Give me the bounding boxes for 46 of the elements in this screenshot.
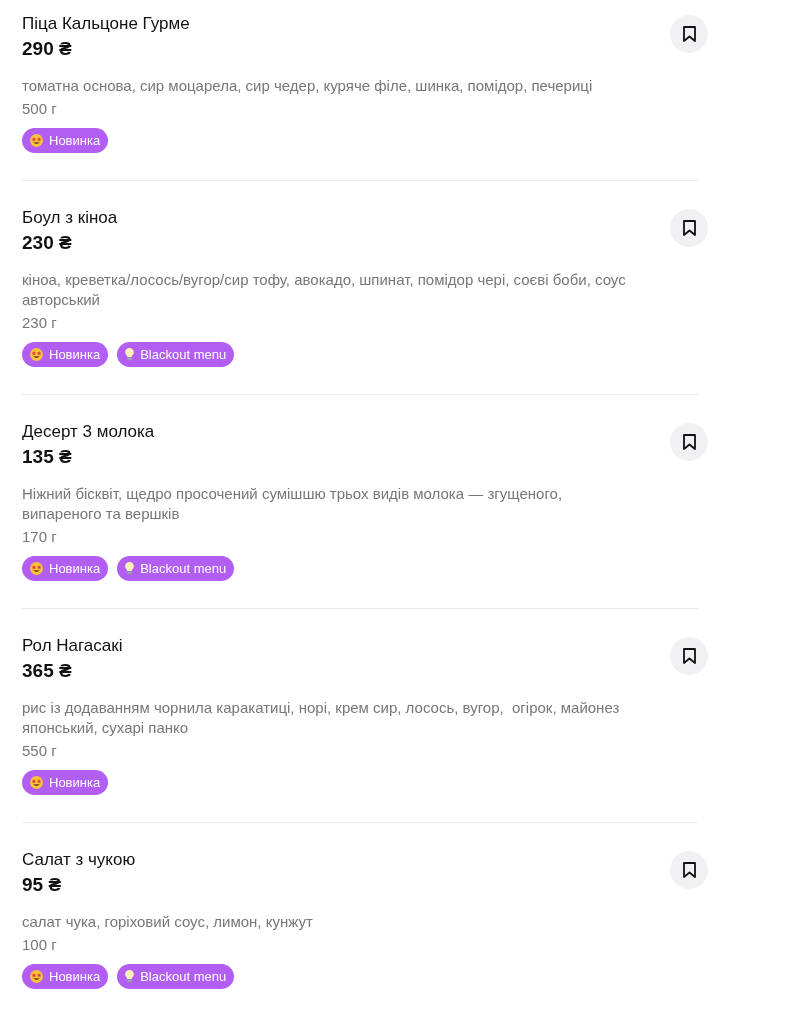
lightbulb-icon: [125, 348, 135, 361]
star-eyes-face-icon: [30, 562, 43, 575]
dish-weight: 100 г: [22, 935, 57, 955]
tag-label: Новинка: [49, 134, 101, 147]
bookmark-icon: [682, 862, 696, 878]
tag-label: Новинка: [49, 970, 101, 983]
dish-description: рис із додаванням чорнила каракатиці, норі, крем сир, лосось, вугор, огірок, майонез японський, сухарі панко: [22, 698, 621, 738]
dish-price: 230 ₴: [22, 231, 72, 255]
dish-price: 135 ₴: [22, 445, 72, 469]
dish-weight: 230 г: [22, 313, 57, 333]
dish-title: Піца Кальцоне Гурме: [22, 13, 190, 35]
bookmark-icon: [682, 26, 696, 42]
tag-label: Новинка: [49, 562, 101, 575]
tag-label: Blackout menu: [140, 348, 227, 361]
dish-title: Десерт 3 молока: [22, 421, 155, 443]
tag-label: Blackout menu: [140, 970, 227, 983]
star-eyes-face-icon: [30, 348, 43, 361]
dish-description: Ніжний бісквіт, щедро просочений сумішшю трьох видів молока — згущеного, випареного та вершків: [22, 484, 564, 524]
star-eyes-face-icon: [30, 134, 43, 147]
bookmark-button[interactable]: [670, 423, 708, 461]
bookmark-icon: [682, 648, 696, 664]
dish-description: кіноа, креветка/лосось/вугор/сир тофу, авокадо, шпинат, помідор чері, соєві боби, соус авторський: [22, 270, 627, 310]
star-eyes-face-icon: [30, 776, 43, 789]
tag-label: Blackout menu: [140, 562, 227, 575]
dish-title: Боул з кіноа: [22, 207, 118, 229]
bookmark-icon: [682, 220, 696, 236]
dish-description: салат чука, горіховий соус, лимон, кунжут: [22, 912, 313, 932]
lightbulb-icon: [125, 970, 135, 983]
dish-price: 95 ₴: [22, 873, 62, 897]
dish-weight: 550 г: [22, 741, 57, 761]
bookmark-button[interactable]: [670, 15, 708, 53]
bookmark-icon: [682, 434, 696, 450]
dish-title: Салат з чукою: [22, 849, 136, 871]
lightbulb-icon: [125, 562, 135, 575]
star-eyes-face-icon: [30, 970, 43, 983]
bookmark-button[interactable]: [670, 637, 708, 675]
dish-price: 365 ₴: [22, 659, 72, 683]
tag-label: Новинка: [49, 776, 101, 789]
bookmark-button[interactable]: [670, 209, 708, 247]
dish-weight: 170 г: [22, 527, 57, 547]
dish-weight: 500 г: [22, 99, 57, 119]
bookmark-button[interactable]: [670, 851, 708, 889]
dish-title: Рол Нагасакі: [22, 635, 123, 657]
tag-label: Новинка: [49, 348, 101, 361]
dish-description: томатна основа, сир моцарела, сир чедер, куряче філе, шинка, помідор, печериці: [22, 76, 593, 96]
dish-price: 290 ₴: [22, 37, 72, 61]
